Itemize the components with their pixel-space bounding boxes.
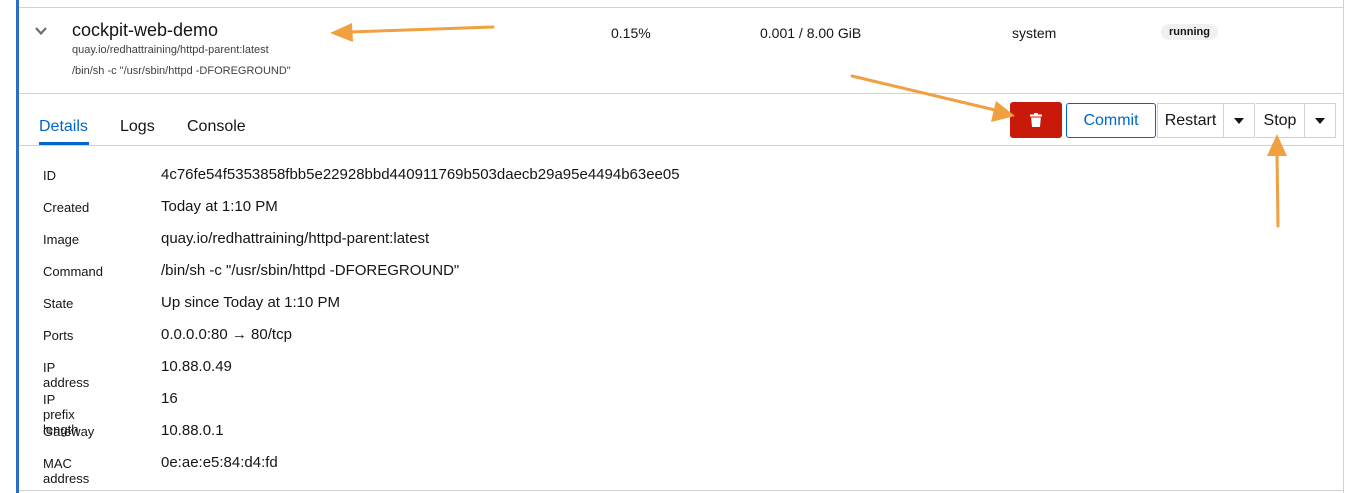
details-key: State: [43, 296, 74, 311]
container-owner: system: [1012, 25, 1057, 41]
tab-logs[interactable]: Logs: [120, 118, 155, 136]
stop-options-caret-down-icon[interactable]: [1304, 103, 1336, 138]
collapse-toggle-chevron-down-icon[interactable]: [34, 24, 48, 38]
details-value: Up since Today at 1:10 PM: [161, 294, 340, 311]
container-cpu: 0.15%: [611, 25, 651, 41]
details-value: 0e:ae:e5:84:d4:fd: [161, 454, 278, 471]
details-value: 16: [161, 390, 178, 407]
details-key: Ports: [43, 328, 74, 343]
container-image: quay.io/redhattraining/httpd-parent:late…: [72, 44, 269, 56]
restart-button[interactable]: Restart: [1157, 103, 1223, 138]
details-key: Image: [43, 232, 80, 247]
tab-console[interactable]: Console: [187, 118, 246, 136]
details-value: 10.88.0.1: [161, 422, 224, 439]
details-key: Created: [43, 200, 90, 215]
details-value: 10.88.0.49: [161, 358, 232, 375]
details-value: Today at 1:10 PM: [161, 198, 278, 215]
status-badge: running: [1161, 24, 1218, 40]
stop-button[interactable]: Stop: [1256, 103, 1304, 138]
details-value: 0.0.0.0:80 → 80/tcp: [161, 326, 292, 343]
container-memory: 0.001 / 8.00 GiB: [760, 25, 862, 41]
details-key: ID: [43, 168, 56, 183]
divider: [19, 93, 1343, 94]
divider: [19, 145, 1343, 146]
divider: [19, 490, 1343, 491]
container-name[interactable]: cockpit-web-demo: [72, 20, 218, 41]
details-key: Gateway: [43, 424, 95, 439]
details-value: /bin/sh -c "/usr/sbin/httpd -DFOREGROUND…: [161, 262, 460, 279]
details-key: Command: [43, 264, 103, 279]
details-key: MAC address: [43, 456, 90, 486]
delete-button[interactable]: [1010, 102, 1062, 138]
restart-options-caret-down-icon[interactable]: [1223, 103, 1255, 138]
container-command: /bin/sh -c "/usr/sbin/httpd -DFOREGROUND…: [72, 65, 291, 77]
details-value: 4c76fe54f5353858fbb5e22928bbd440911769b5…: [161, 166, 680, 183]
tab-details[interactable]: Details: [39, 118, 88, 136]
divider: [19, 7, 1343, 8]
details-key: IP address: [43, 360, 90, 390]
commit-button[interactable]: Commit: [1066, 103, 1156, 138]
details-value: quay.io/redhattraining/httpd-parent:late…: [161, 230, 430, 247]
trash-icon: [1030, 113, 1042, 127]
